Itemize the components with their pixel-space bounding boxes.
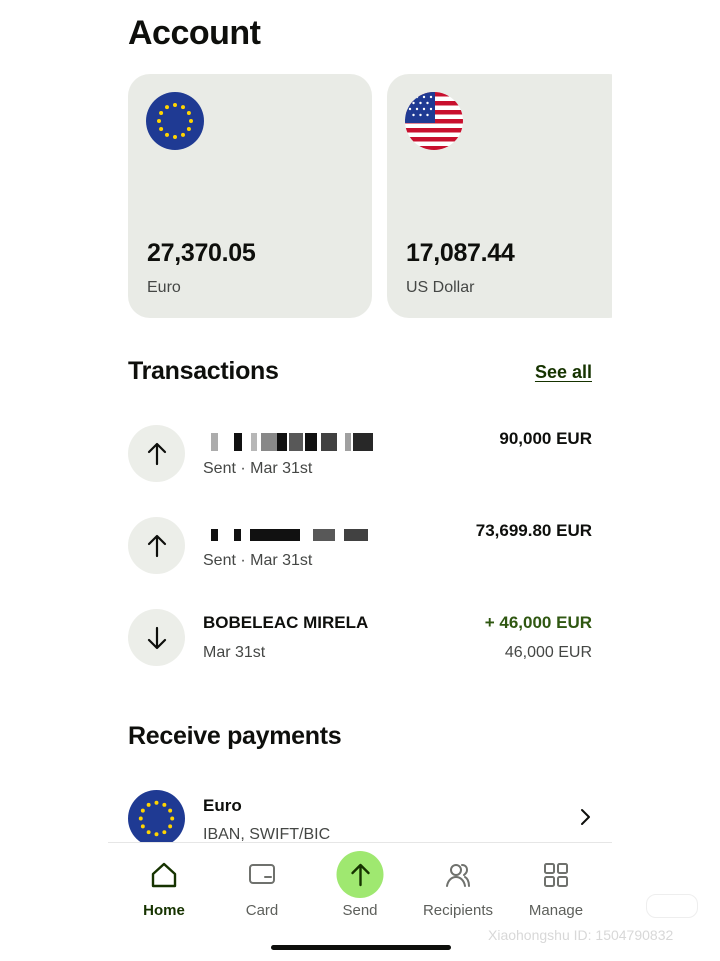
transaction-row[interactable]: Sent · Mar 31st 73,699.80 EUR xyxy=(128,517,592,581)
arrow-up-icon xyxy=(128,517,185,574)
tab-label: Manage xyxy=(528,902,584,919)
watermark-logo xyxy=(646,894,698,918)
eu-flag-icon xyxy=(128,790,185,847)
tab-manage[interactable]: Manage xyxy=(506,843,606,923)
home-icon xyxy=(149,861,179,894)
app-screen: Account 27,370.05 Euro 17,087.44 US Doll… xyxy=(108,0,612,961)
transaction-amount: + 46,000 EUR xyxy=(484,613,592,632)
account-cards-carousel[interactable]: 27,370.05 Euro 17,087.44 US Dollar xyxy=(128,74,612,320)
receive-payments-heading: Receive payments xyxy=(128,722,342,750)
tab-label: Recipients xyxy=(422,902,494,919)
transaction-amount: 90,000 EUR xyxy=(499,429,592,448)
transaction-name: BOBELEAC MIRELA xyxy=(203,613,369,632)
transaction-subtitle: Sent · Mar 31st xyxy=(203,460,313,477)
chevron-right-icon xyxy=(578,808,592,831)
account-currency: US Dollar xyxy=(406,279,475,296)
receive-currency-title: Euro xyxy=(203,796,242,815)
tab-label: Home xyxy=(143,902,185,919)
us-flag-icon xyxy=(405,92,463,150)
transaction-subtitle: Sent · Mar 31st xyxy=(203,552,313,569)
arrow-down-icon xyxy=(128,609,185,666)
see-all-link[interactable]: See all xyxy=(535,362,592,383)
tab-home[interactable]: Home xyxy=(114,843,214,923)
tab-label: Card xyxy=(245,902,279,919)
tab-card[interactable]: Card xyxy=(212,843,312,923)
grid-icon xyxy=(542,861,570,894)
page-title: Account xyxy=(128,14,261,52)
eu-flag-icon xyxy=(146,92,204,150)
redacted-name xyxy=(203,529,373,541)
recipients-icon xyxy=(443,861,473,894)
tab-send[interactable]: Send xyxy=(310,843,410,923)
tab-label: Send xyxy=(342,902,378,919)
tab-recipients[interactable]: Recipients xyxy=(408,843,508,923)
account-card-usd[interactable]: 17,087.44 US Dollar xyxy=(387,74,612,318)
watermark-text: Xiaohongshu ID: 1504790832 xyxy=(488,927,674,943)
account-card-euro[interactable]: 27,370.05 Euro xyxy=(128,74,372,318)
transaction-row[interactable]: BOBELEAC MIRELA Mar 31st + 46,000 EUR 46… xyxy=(128,609,592,673)
transaction-amount: 73,699.80 EUR xyxy=(475,521,592,540)
transaction-row[interactable]: Sent · Mar 31st 90,000 EUR xyxy=(128,425,592,489)
redacted-name xyxy=(203,433,378,451)
transaction-amount-secondary: 46,000 EUR xyxy=(504,644,592,661)
home-indicator[interactable] xyxy=(271,945,451,950)
bottom-tab-bar: Home Card Send Recipients Manage xyxy=(108,842,612,961)
account-balance: 17,087.44 xyxy=(406,239,515,267)
receive-euro-row[interactable]: Euro IBAN, SWIFT/BIC xyxy=(128,790,592,850)
transactions-heading: Transactions xyxy=(128,357,279,385)
account-currency: Euro xyxy=(147,279,181,296)
card-icon xyxy=(247,861,277,892)
account-balance: 27,370.05 xyxy=(147,239,256,267)
send-arrow-up-icon xyxy=(336,851,384,898)
arrow-up-icon xyxy=(128,425,185,482)
transaction-subtitle: Mar 31st xyxy=(203,644,266,661)
